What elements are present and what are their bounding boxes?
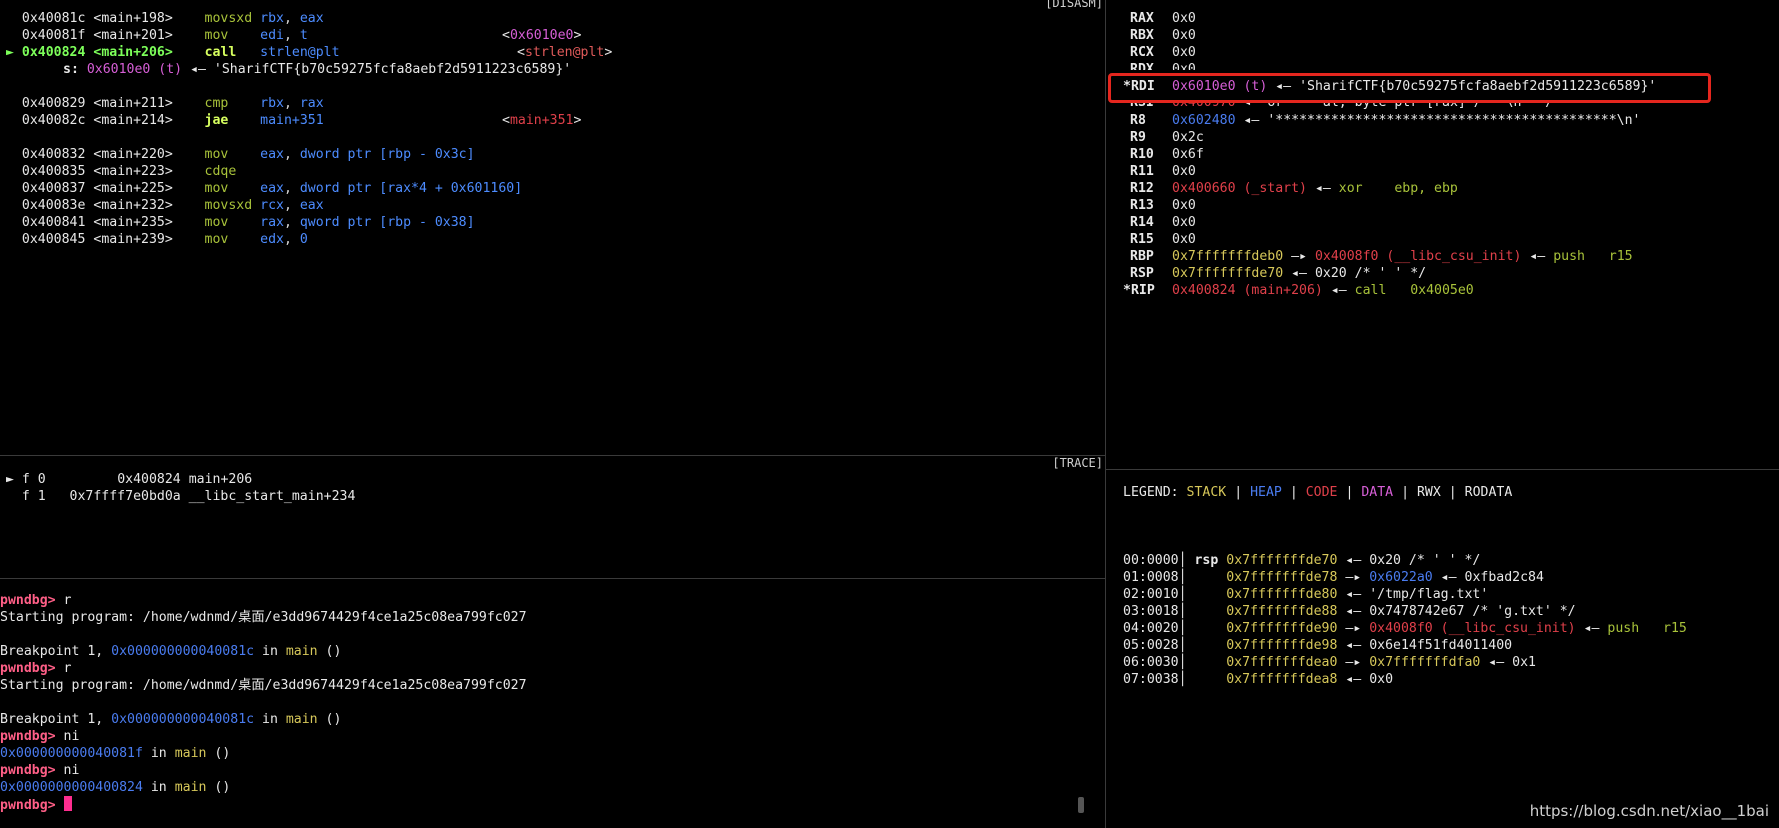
rdi-highlight-box [1108,73,1711,103]
register-value: 0x0 [1172,62,1196,70]
register-value: 0x400660 (_start) ◂— xor ebp, ebp [1172,181,1458,196]
registers-pane: RAX 0x0 RBX 0x0 RCX 0x0 RDX 0x0 *RDI 0x6… [1106,0,1779,469]
register-value: 0x0 [1172,28,1196,43]
register-row: R8 [1130,113,1146,128]
stack-row: 02:0010│ 0x7fffffffde80 ◂— '/tmp/flag.tx… [1123,587,1489,602]
stack-row: 04:0020│ 0x7fffffffde90 —▸ 0x4008f0 (__l… [1123,621,1687,636]
register-value: 0x602480 ◂— '***************************… [1172,113,1641,128]
disasm-line: 0x400841 <main+235> mov rax, qword ptr [… [21,215,475,230]
register-value: 0x7fffffffde70 ◂— 0x20 /* ' ' */ [1172,266,1427,281]
trace-pane: [TRACE] ► f 0 0x400824 main+206 f 1 0x7f… [0,456,1105,578]
register-value: 0x0 [1172,11,1196,26]
legend-rwx: RWX [1416,485,1441,500]
register-value: 0x0 [1172,164,1196,179]
current-instruction-arrow-icon: ► [6,45,14,60]
register-value: 0x7fffffffdeb0 —▸ 0x4008f0 (__libc_csu_i… [1172,249,1633,264]
disasm-ref: <main+351> [502,113,582,128]
stack-row: 06:0030│ 0x7fffffffdea0 —▸ 0x7fffffffdfa… [1123,655,1536,670]
legend-data: DATA [1361,485,1394,500]
watermark: https://blog.csdn.net/xiao__1bai [1529,802,1769,820]
register-row: RDX [1130,62,1154,70]
disasm-line: 0x400835 <main+223> cdqe [21,164,237,179]
disasm-ref: <0x6010e0> [502,28,582,43]
disasm-line: 0x400845 <main+239> mov edx, 0 [21,232,308,247]
console-line: pwndbg> r [0,593,72,608]
register-value: 0x2c [1172,130,1204,145]
register-row: R14 [1130,215,1154,230]
disasm-line: 0x40081c <main+198> movsxd rbx, eax [21,11,324,26]
stack-row: 01:0008│ 0x7fffffffde78 —▸ 0x6022a0 ◂— 0… [1123,570,1544,585]
register-value: 0x0 [1172,215,1196,230]
register-value: 0x0 [1172,232,1196,247]
disasm-line: 0x400829 <main+211> cmp rbx, rax [21,96,324,111]
console-line: pwndbg> ni [0,763,80,778]
stack-row: 03:0018│ 0x7fffffffde88 ◂— 0x7478742e67 … [1123,604,1576,619]
console-line: 0x0000000000400824 in main () [0,780,231,795]
trace-frame: f 1 0x7ffff7e0bd0a __libc_start_main+234 [21,489,356,504]
register-row: RBX [1130,28,1154,43]
stack-pane: 00:0000│ rsp 0x7fffffffde70 ◂— 0x20 /* '… [1106,550,1779,828]
console-line: Starting program: /home/wdnmd/桌面/e3dd967… [0,610,527,625]
register-row: RBP [1130,249,1154,264]
legend-rodata: RODATA [1464,485,1513,500]
console-line: Breakpoint 1, 0x000000000040081c in main… [0,712,342,727]
register-row: *RIP [1123,283,1155,298]
disasm-ref: <strlen@plt> [517,45,613,60]
text-cursor [63,796,72,811]
register-row: R9 [1130,130,1146,145]
console-line: pwndbg> r [0,661,72,676]
disasm-pane: [DISASM] 0x40081c <main+198> movsxd rbx,… [0,0,1105,455]
register-row: R10 [1130,147,1154,162]
register-value: 0x6f [1172,147,1204,162]
console-input-line[interactable]: pwndbg> [0,796,72,813]
legend-line: LEGEND: STACK | HEAP | CODE | DATA | RWX… [1123,485,1513,500]
register-row: R11 [1130,164,1154,179]
legend-heap: HEAP [1250,485,1282,500]
console-scrollbar[interactable] [1078,797,1084,813]
console-line: Starting program: /home/wdnmd/桌面/e3dd967… [0,678,527,693]
disasm-line: 0x40083e <main+232> movsxd rcx, eax [21,198,324,213]
register-row: RAX [1130,11,1154,26]
register-row: RSP [1130,266,1154,281]
register-value: 0x0 [1172,45,1196,60]
trace-frame: ► f 0 0x400824 main+206 [6,472,253,487]
stack-row: 00:0000│ rsp 0x7fffffffde70 ◂— 0x20 /* '… [1123,553,1481,568]
stack-row: 05:0028│ 0x7fffffffde98 ◂— 0x6e14f51fd40… [1123,638,1513,653]
disasm-tag: [DISASM] [1045,0,1103,10]
disasm-line: 0x400837 <main+225> mov eax, dword ptr [… [21,181,523,196]
disasm-line: 0x40082c <main+214> jae main+351 [21,113,324,128]
legend-stack: STACK [1186,485,1227,500]
disasm-line: 0x40081f <main+201> mov edi, t [21,28,308,43]
register-row: R15 [1130,232,1154,247]
register-row: RCX [1130,45,1154,60]
legend-code: CODE [1305,485,1338,500]
trace-tag: [TRACE] [1052,456,1103,470]
stack-row: 07:0038│ 0x7fffffffdea8 ◂— 0x0 [1123,672,1394,687]
disasm-line: 0x400832 <main+220> mov eax, dword ptr [… [21,147,475,162]
console-line: pwndbg> ni [0,729,80,744]
disasm-arg-line: s: 0x6010e0 (t) ◂— 'SharifCTF{b70c59275f… [63,62,572,77]
register-row: R12 [1130,181,1154,196]
console-line: Breakpoint 1, 0x000000000040081c in main… [0,644,342,659]
register-value: 0x0 [1172,198,1196,213]
console-pane[interactable]: pwndbg> r Starting program: /home/wdnmd/… [0,579,1105,828]
current-frame-arrow-icon: ► [6,472,14,487]
register-row: R13 [1130,198,1154,213]
disasm-current-line: ► 0x400824 <main+206> call strlen@plt [6,45,340,60]
legend-pane: LEGEND: STACK | HEAP | CODE | DATA | RWX… [1106,470,1779,550]
console-line: 0x000000000040081f in main () [0,746,231,761]
register-value: 0x400824 (main+206) ◂— call 0x4005e0 [1172,283,1474,298]
